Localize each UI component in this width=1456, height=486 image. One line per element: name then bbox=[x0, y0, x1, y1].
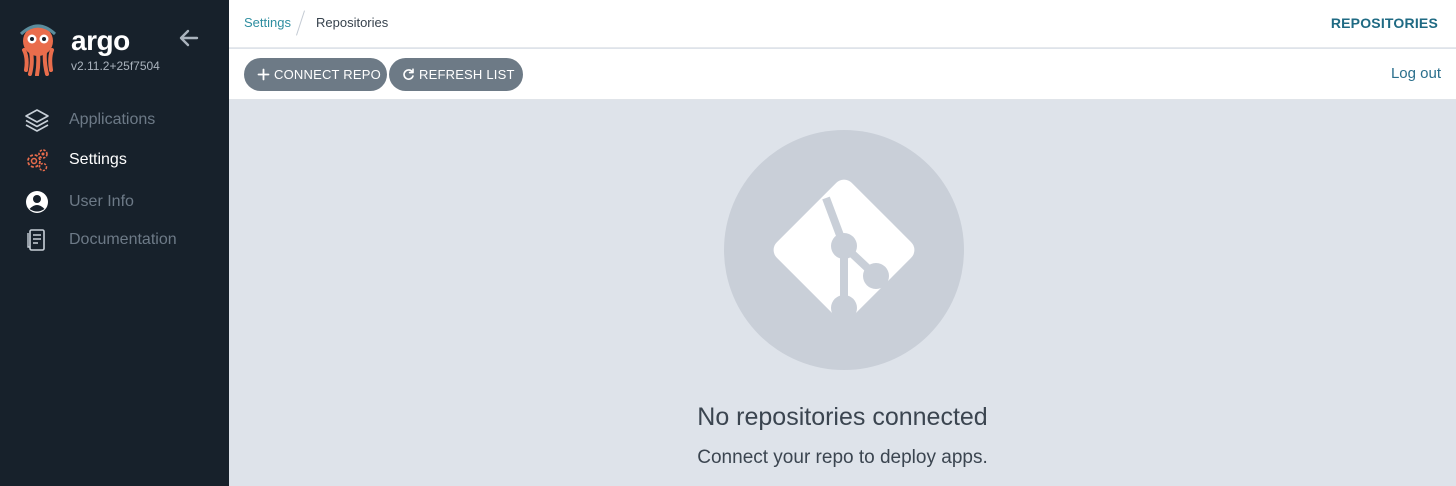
empty-state-title: No repositories connected bbox=[697, 403, 988, 431]
plus-icon bbox=[257, 68, 270, 81]
sidebar-item-label: Applications bbox=[69, 111, 156, 128]
logout-link[interactable]: Log out bbox=[1391, 65, 1441, 82]
empty-state-illustration bbox=[724, 130, 964, 370]
refresh-list-button[interactable]: REFRESH LIST bbox=[389, 58, 523, 91]
user-circle-icon bbox=[26, 191, 48, 213]
top-bar: Settings Repositories REPOSITORIES bbox=[229, 0, 1456, 48]
git-icon bbox=[773, 179, 915, 321]
refresh-list-label: REFRESH LIST bbox=[419, 67, 515, 82]
breadcrumb-separator bbox=[296, 10, 305, 36]
sidebar: argo v2.11.2+25f7504 Applications Settin… bbox=[0, 0, 229, 486]
sidebar-item-settings[interactable]: Settings bbox=[0, 141, 229, 177]
collapse-sidebar-arrow-icon[interactable] bbox=[178, 27, 200, 49]
main-content: No repositories connected Connect your r… bbox=[229, 100, 1456, 486]
sidebar-item-user-info[interactable]: User Info bbox=[0, 183, 229, 219]
book-icon bbox=[27, 229, 45, 251]
connect-repo-label: CONNECT REPO bbox=[274, 67, 381, 82]
argo-logo[interactable] bbox=[18, 24, 58, 76]
app-version: v2.11.2+25f7504 bbox=[71, 59, 160, 73]
layers-icon bbox=[25, 109, 49, 132]
sidebar-item-applications[interactable]: Applications bbox=[0, 101, 229, 137]
gears-icon bbox=[27, 149, 48, 172]
page-title: REPOSITORIES bbox=[1330, 15, 1438, 31]
sidebar-item-documentation[interactable]: Documentation bbox=[0, 221, 229, 257]
connect-repo-button[interactable]: CONNECT REPO bbox=[244, 58, 387, 91]
brand-name: argo bbox=[71, 25, 130, 56]
sidebar-item-label: Documentation bbox=[69, 231, 177, 248]
empty-state-subtitle: Connect your repo to deploy apps. bbox=[697, 447, 988, 468]
sidebar-item-label: User Info bbox=[69, 193, 134, 210]
sidebar-item-label: Settings bbox=[69, 151, 127, 168]
breadcrumb-settings-link[interactable]: Settings bbox=[244, 15, 291, 30]
refresh-icon bbox=[403, 68, 414, 80]
toolbar: CONNECT REPO REFRESH LIST Log out bbox=[229, 49, 1456, 100]
breadcrumb-current: Repositories bbox=[316, 15, 389, 30]
